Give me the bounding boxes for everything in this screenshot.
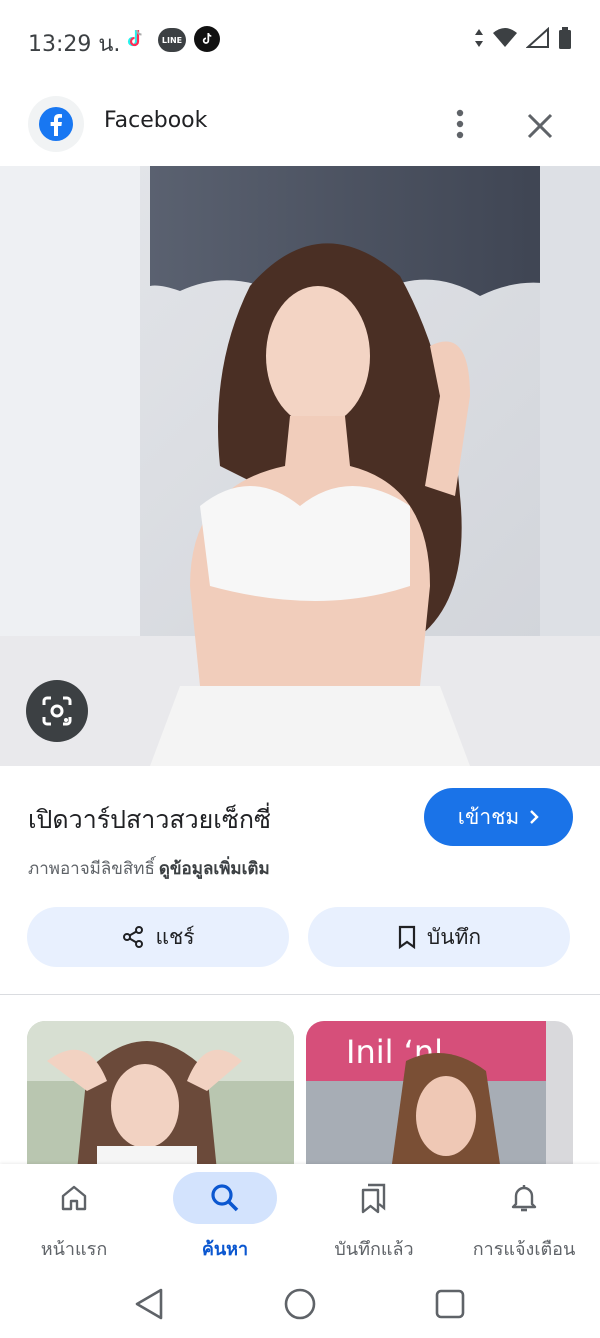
bell-icon [472, 1172, 576, 1224]
chevron-right-icon [530, 810, 539, 824]
nav-search[interactable]: ค้นหา [155, 1172, 295, 1264]
facebook-logo-icon[interactable] [28, 96, 84, 152]
visit-button[interactable]: เข้าชม [424, 788, 573, 846]
back-button[interactable] [127, 1282, 171, 1326]
more-options-button[interactable] [440, 104, 480, 144]
result-title: เปิดวาร์ปสาวสวยเซ็กซี่ [28, 805, 271, 834]
save-label: บันทึก [426, 924, 482, 949]
signal-icon [526, 27, 549, 48]
home-icon [22, 1172, 126, 1224]
collections-icon [322, 1172, 426, 1224]
share-icon [123, 926, 144, 948]
data-arrows-icon [475, 29, 483, 47]
tiktok-icon [122, 26, 148, 52]
lens-icon [42, 696, 72, 726]
more-info-link[interactable]: ดูข้อมูลเพิ่มเติม [159, 859, 270, 879]
result-image[interactable] [0, 166, 600, 766]
search-icon [173, 1172, 277, 1224]
line-icon-label: LINE [161, 35, 183, 45]
visit-button-label: เข้าชม [457, 804, 520, 829]
battery-icon [559, 27, 571, 49]
lens-search-button[interactable] [26, 680, 88, 742]
site-name[interactable]: Facebook [104, 108, 207, 133]
system-navigation [0, 1270, 600, 1338]
copyright-text: ภาพอาจมีลิขสิทธิ์ [28, 859, 155, 879]
tiktok-icon [194, 26, 220, 52]
share-label: แชร์ [155, 924, 195, 949]
nav-home[interactable]: หน้าแรก [4, 1172, 144, 1264]
save-button[interactable]: บันทึก [308, 907, 570, 967]
wifi-icon [493, 28, 517, 47]
nav-notifications[interactable]: การแจ้งเตือน [454, 1172, 594, 1264]
status-icons [474, 26, 572, 50]
nav-saved-label: บันทึกแล้ว [334, 1239, 414, 1260]
status-time: 13:29 น. [28, 32, 121, 57]
bottom-navigation: หน้าแรก ค้นหา บันทึกแล้ว การแจ้งเตือน [0, 1164, 600, 1270]
nav-notifications-label: การแจ้งเตือน [472, 1239, 576, 1260]
line-icon: LINE [158, 28, 186, 52]
related-image-1[interactable] [27, 1021, 294, 1171]
back-triangle-icon [135, 1288, 163, 1320]
recents-square-icon [435, 1289, 465, 1319]
divider [0, 994, 600, 995]
more-vert-icon [456, 109, 464, 139]
close-icon [527, 113, 553, 139]
nav-search-label: ค้นหา [201, 1239, 249, 1260]
recents-button[interactable] [428, 1282, 472, 1326]
home-system-button[interactable] [278, 1282, 322, 1326]
close-button[interactable] [518, 104, 562, 148]
home-circle-icon [284, 1288, 316, 1320]
bookmark-icon [398, 925, 415, 949]
share-button[interactable]: แชร์ [27, 907, 289, 967]
copyright-notice: ภาพอาจมีลิขสิทธิ์ ดูข้อมูลเพิ่มเติม [28, 855, 270, 882]
related-image-2[interactable]: Inil ʻnl [306, 1021, 573, 1171]
nav-home-label: หน้าแรก [40, 1239, 108, 1260]
nav-saved[interactable]: บันทึกแล้ว [304, 1172, 444, 1264]
status-bar: 13:29 น. LINE [0, 0, 600, 80]
source-header: Facebook [0, 90, 600, 158]
